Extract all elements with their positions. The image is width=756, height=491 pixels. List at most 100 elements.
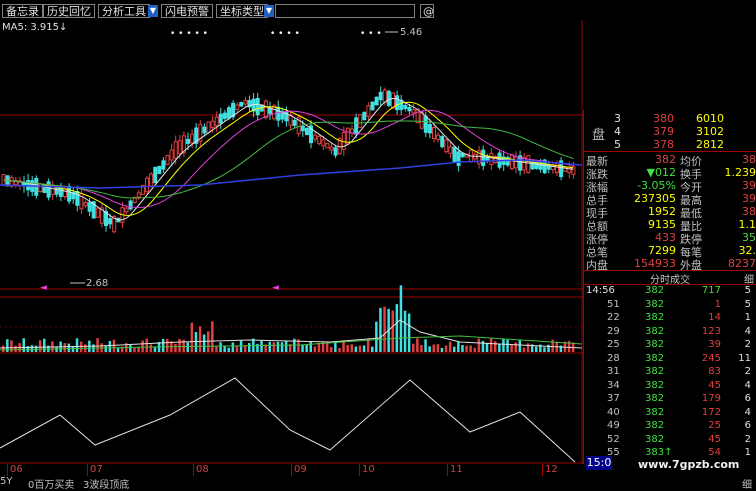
ticks-detail-button[interactable]: 细: [744, 271, 754, 286]
indicator-tab-2[interactable]: 3波段顶底: [83, 476, 129, 491]
volume-bar: [453, 346, 456, 352]
candle-body: [526, 155, 531, 174]
svg-text:• • • •: • • • •: [270, 29, 300, 39]
candle-body: [419, 111, 424, 129]
wave-indicator-line: [0, 377, 576, 463]
candle-body: [321, 139, 326, 147]
volume-bar: [268, 341, 271, 352]
candle-body: [67, 185, 72, 202]
volume-bar: [489, 338, 493, 352]
tick-volume: 179: [701, 393, 721, 404]
candle-body: [255, 97, 260, 116]
ma-marker-icon: ↓: [59, 22, 68, 33]
tick-time: 37: [607, 393, 620, 404]
candle-body: [300, 125, 305, 132]
order-book-row: 4 379 3102: [584, 125, 756, 138]
volume-bar: [338, 347, 341, 352]
tick-price: 382: [645, 325, 665, 337]
tick-time: 49: [607, 420, 620, 431]
kline-chart[interactable]: • • • • • • • • • • • • 5.46 2.68 ◄ ◄: [0, 20, 583, 464]
candle-body: [444, 139, 449, 153]
volume-bar: [231, 342, 235, 352]
tick-volume: 45: [708, 433, 721, 445]
tick-time: 29: [607, 325, 620, 337]
tick-price: 382: [645, 298, 665, 310]
date-axis-label: 09: [294, 464, 307, 475]
volume-bar: [325, 343, 329, 352]
analysis-tools-dropdown-icon[interactable]: ▼: [148, 5, 158, 17]
tick-time: 34: [607, 379, 620, 391]
tick-price: 382: [645, 420, 665, 431]
stat-value: ▼012: [646, 166, 676, 179]
volume-bar: [149, 344, 153, 352]
volume-bar: [141, 340, 144, 352]
volume-bar: [473, 347, 476, 352]
tick-time: 22: [607, 312, 620, 323]
tick-count: 11: [738, 352, 751, 364]
candle-body: [190, 133, 195, 144]
stat-value: 382: [655, 153, 676, 166]
flash-alert-button[interactable]: 闪电预警: [161, 4, 213, 18]
volume-bar: [444, 345, 448, 352]
candle-body: [313, 134, 318, 140]
candle-body: [374, 96, 379, 106]
candle-body: [382, 89, 387, 103]
tick-row: 29 382 123 4: [585, 326, 756, 340]
volume-bar: [346, 344, 349, 352]
candle-body: [481, 149, 486, 167]
date-axis-label: 08: [196, 464, 209, 475]
tick-count: 4: [744, 379, 751, 391]
tick-row: 34 382 45 4: [585, 380, 756, 394]
tick-volume: 39: [708, 339, 721, 350]
volume-bar: [375, 321, 378, 352]
stat-value-2: 38: [742, 153, 756, 166]
candle-body: [186, 138, 190, 144]
volume-bar: [14, 345, 17, 352]
memo-button[interactable]: 备忘录: [2, 4, 43, 18]
volume-bar: [104, 345, 107, 352]
quote-stat-row: 现手 1952 最低 38: [584, 205, 756, 220]
volume-bar: [502, 338, 505, 352]
candle-body: [317, 135, 322, 145]
order-book-index: 5: [614, 138, 621, 151]
volume-bar: [420, 344, 423, 352]
tick-row: 28 382 245 11: [585, 353, 756, 367]
range-end-marker: ◄: [272, 283, 279, 293]
quote-stat-row: 涨跌 ▼012 换手 1.239: [584, 166, 756, 181]
analysis-tools-button[interactable]: 分析工具: [98, 4, 150, 18]
tick-time: 52: [607, 433, 620, 445]
candle-body: [165, 155, 170, 165]
tick-volume: 1: [714, 298, 721, 310]
coordinate-type-dropdown-icon[interactable]: ▼: [264, 5, 274, 17]
volume-bar: [219, 342, 222, 352]
stat-value: -3.05%: [637, 179, 676, 192]
volume-bar: [75, 338, 79, 352]
volume-bar: [55, 347, 58, 352]
tick-row: 22 382 14 1: [585, 312, 756, 326]
history-button[interactable]: 历史回忆: [43, 4, 95, 18]
volume-bar: [276, 341, 280, 352]
panel-footer-detail[interactable]: 细: [742, 476, 752, 491]
candle-body: [292, 119, 297, 126]
candle-body: [391, 92, 395, 109]
tick-volume: 54: [708, 447, 721, 458]
toolbar-right-button[interactable]: @: [420, 4, 434, 18]
candle-body: [333, 147, 338, 156]
volume-bar: [395, 304, 399, 352]
volume-bar: [129, 345, 132, 352]
candle-body: [436, 134, 441, 140]
candle-body: [58, 187, 63, 197]
tick-price: 382: [645, 285, 665, 296]
candle-body: [63, 188, 67, 198]
tick-count: 6: [744, 393, 751, 404]
stat-value-2: 35: [742, 231, 756, 244]
candle-body: [411, 109, 416, 114]
volume-bar: [280, 342, 284, 352]
tick-volume: 25: [708, 420, 721, 431]
tick-price: 382: [645, 433, 665, 445]
date-axis-label: 11: [450, 464, 463, 475]
indicator-tab-1[interactable]: 0百万买卖: [28, 476, 74, 491]
candle-body: [263, 100, 268, 119]
candle-body: [136, 192, 141, 198]
coordinate-type-button[interactable]: 坐标类型: [216, 4, 268, 18]
